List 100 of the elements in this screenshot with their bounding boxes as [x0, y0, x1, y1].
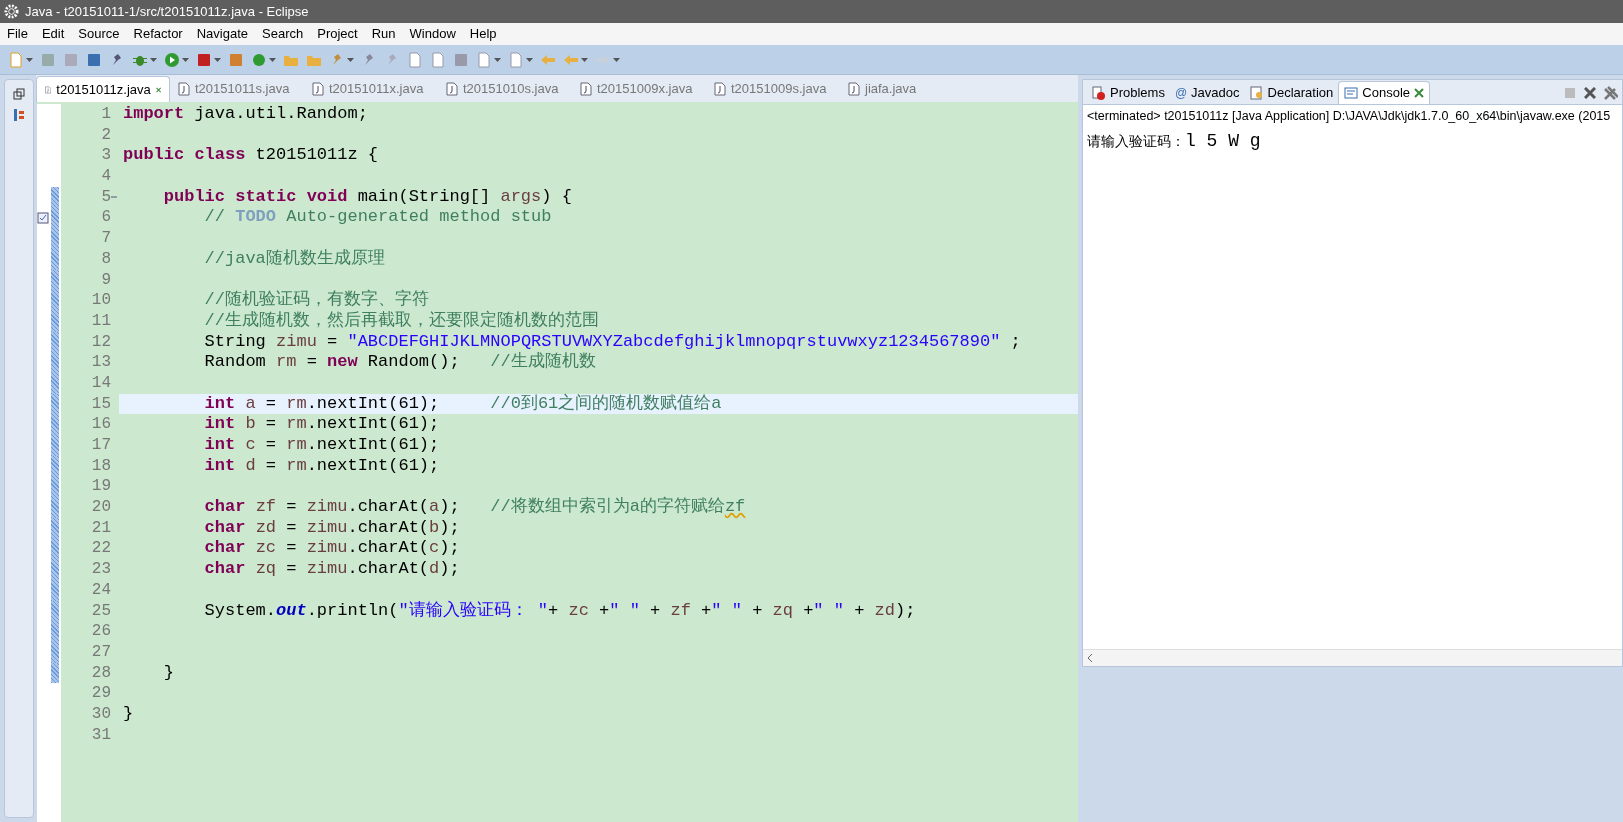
java-file-icon — [312, 82, 324, 96]
declaration-icon — [1249, 85, 1264, 100]
caret-icon[interactable] — [214, 57, 221, 62]
code-line: int c = rm.nextInt(61); — [203, 435, 440, 454]
caret-icon[interactable] — [150, 57, 157, 62]
console-output: l 5 W g — [1185, 129, 1261, 153]
editor-tab[interactable]: t20151011z.java — [36, 76, 170, 102]
line-number: 8 — [101, 248, 111, 270]
caret-icon[interactable] — [347, 57, 354, 62]
code-line: public static void main(String[] args) { — [162, 186, 572, 206]
java-file-icon — [446, 82, 458, 96]
line-number: 28 — [91, 662, 111, 684]
line-number: 26 — [91, 621, 111, 642]
scroll-left-icon[interactable] — [1086, 653, 1094, 663]
line-number: 25 — [91, 600, 111, 622]
editor-tab[interactable]: jiafa.java — [840, 76, 974, 102]
menu-item[interactable]: Run — [364, 24, 403, 44]
line-number: 3 — [101, 145, 111, 167]
run-icon[interactable] — [164, 51, 180, 68]
menu-item[interactable]: Help — [462, 24, 504, 44]
line-number: 19 — [91, 476, 111, 498]
caret-icon[interactable] — [494, 57, 501, 62]
line-number: 17 — [91, 435, 111, 456]
line-number: 15 — [91, 393, 111, 415]
view-tab[interactable]: Declaration — [1244, 81, 1339, 104]
line-number: 9 — [101, 269, 111, 291]
editor-tab[interactable]: t20151009x.java — [572, 76, 706, 102]
code-line: //随机验证码，有数字、字符 — [203, 290, 430, 310]
menu-item[interactable]: Navigate — [189, 24, 255, 44]
restore-icon[interactable] — [13, 88, 25, 100]
line-number: 27 — [91, 641, 111, 663]
code-line: int a = rm.nextInt(61); //0到61之间的随机数赋值给a — [203, 393, 722, 413]
fold-icon[interactable] — [111, 194, 117, 201]
line-number: 12 — [91, 331, 111, 353]
caret-icon[interactable] — [581, 57, 588, 62]
code-line: char zq = zimu.charAt(d); — [203, 559, 460, 579]
line-number: 16 — [91, 414, 111, 435]
menu-item[interactable]: Window — [402, 24, 463, 44]
line-number: 4 — [101, 166, 111, 187]
caret-icon[interactable] — [269, 57, 276, 62]
menu-item[interactable]: File — [0, 24, 35, 44]
console-icon — [1344, 86, 1359, 100]
task-icon[interactable] — [37, 211, 49, 224]
line-number: 31 — [91, 724, 111, 746]
menu-item[interactable]: Project — [310, 24, 365, 44]
problems-icon — [1092, 85, 1106, 100]
caret-icon[interactable] — [526, 57, 533, 62]
code-line: char zc = zimu.charAt(c); — [203, 538, 460, 558]
caret-icon[interactable] — [613, 57, 620, 62]
close-icon[interactable] — [1414, 88, 1424, 98]
view-tab[interactable]: Console — [1338, 81, 1430, 104]
window-title: Java - t20151011-1/src/t20151011z.java - Eclipse — [25, 2, 309, 21]
line-number: 5 — [101, 186, 111, 208]
caret-icon[interactable] — [182, 57, 189, 62]
code-line: //java随机数生成原理 — [203, 248, 385, 268]
line-number: 23 — [91, 559, 111, 580]
view-tab[interactable]: Problems — [1087, 81, 1170, 104]
code-line: //生成随机数，然后再截取，还要限定随机数的范围 — [203, 310, 600, 330]
caret-icon[interactable] — [26, 57, 33, 62]
menu-item[interactable]: Search — [255, 24, 311, 44]
code-line: import java.util.Random; — [123, 104, 368, 123]
code-line: Random rm = new Random(); //生成随机数 — [203, 352, 596, 372]
line-number: 14 — [91, 372, 111, 394]
gear-icon — [4, 4, 19, 19]
line-number: 20 — [91, 497, 111, 518]
console-header: <terminated> t20151011z [Java Application] D:\JAVA\Jdk\jdk1.7.0_60_x64\bin\javaw.exe (2015 — [1086, 108, 1612, 125]
horizontal-scrollbar[interactable] — [1083, 649, 1622, 666]
editor-tab[interactable]: t20151011s.java — [170, 76, 304, 102]
code-line: } — [162, 662, 174, 682]
code-line: char zf = zimu.charAt(a); //将数组中索引为a的字符赋给zf — [203, 497, 746, 517]
editor-tab[interactable]: t20151009s.java — [706, 76, 840, 102]
hierarchy-icon[interactable] — [13, 108, 25, 122]
java-file-icon — [580, 82, 592, 96]
view-tab[interactable]: @ Javadoc — [1169, 81, 1245, 104]
code-line: char zd = zimu.charAt(b); — [203, 517, 460, 537]
line-number: 21 — [91, 517, 111, 539]
menu-item[interactable]: Refactor — [126, 24, 190, 44]
code-line: int b = rm.nextInt(61); — [203, 414, 440, 434]
remove-icon[interactable] — [1584, 86, 1596, 99]
line-number: 13 — [91, 352, 111, 373]
line-number: 7 — [101, 228, 111, 249]
line-number: 30 — [91, 703, 111, 725]
line-number: 29 — [91, 683, 111, 704]
document-icon[interactable] — [430, 51, 446, 68]
editor-tab[interactable]: t20151011x.java — [304, 76, 438, 102]
line-number: 10 — [91, 290, 111, 311]
menu-item[interactable]: Edit — [34, 24, 72, 44]
code-line: // TODO Auto-generated method stub — [203, 207, 552, 227]
menu-item[interactable]: Source — [71, 24, 127, 44]
editor-tab[interactable]: t20151010s.java — [438, 76, 572, 102]
console-prompt: 请输入验证码： — [1087, 131, 1185, 151]
line-number: 2 — [101, 124, 111, 146]
line-number: 18 — [91, 455, 111, 477]
code-line: } — [123, 703, 134, 723]
line-number: 11 — [91, 310, 111, 332]
line-number: 24 — [91, 579, 111, 601]
remove-all-icon[interactable] — [1604, 85, 1618, 100]
code-editor[interactable] — [36, 102, 1078, 822]
line-number: 6 — [101, 207, 111, 229]
code-line: int d = rm.nextInt(61); — [203, 455, 440, 475]
